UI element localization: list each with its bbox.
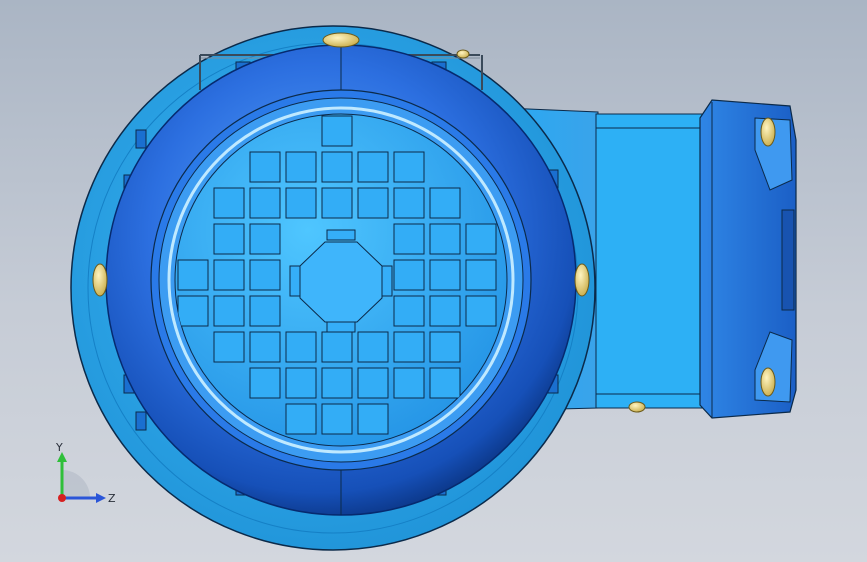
vent-slot [465,259,497,291]
vent-slot [357,367,389,399]
vent-slot [429,259,461,291]
vent-slot [285,367,317,399]
vent-slot [249,367,281,399]
vent-slot [213,331,245,363]
vent-slot [357,403,389,435]
vent-slot [177,295,209,327]
vent-slot [393,259,425,291]
vent-slot [357,331,389,363]
vent-slot [429,331,461,363]
vent-slot [213,223,245,255]
vent-slot [321,187,353,219]
vent-slot [249,151,281,183]
triad-plane-icon [62,470,90,498]
vent-slot [285,403,317,435]
vent-slot [249,187,281,219]
vent-slot [285,187,317,219]
vent-slot [393,151,425,183]
vent-slot [213,259,245,291]
bolt-gearbox-bottom [760,367,776,397]
bolt-small-a [456,49,470,59]
vent-slot [213,295,245,327]
vent-slot [393,223,425,255]
vent-slot [285,331,317,363]
vent-slot [429,367,461,399]
vent-slot [465,223,497,255]
vent-slot [393,295,425,327]
vent-slot [321,331,353,363]
vent-slot [321,151,353,183]
axis-triad: Y Z [52,440,122,510]
vent-slot [213,187,245,219]
vent-slot [357,151,389,183]
vent-slot [429,295,461,327]
x-axis-icon [58,494,66,502]
vent-slot [177,259,209,291]
bolt-gearbox-top [760,117,776,147]
vent-slot [429,223,461,255]
y-axis-label: Y [55,441,63,454]
vent-slot [393,331,425,363]
bolt-top [322,32,360,48]
z-arrow-icon [96,493,106,503]
vent-slot [429,187,461,219]
bolt-small-b [628,401,646,413]
vent-slot [249,259,281,291]
vent-slot [249,331,281,363]
vent-slot [321,367,353,399]
vent-slot [285,151,317,183]
vent-slot [393,367,425,399]
vent-slot [249,223,281,255]
bolt-left [92,263,108,297]
vent-slot [249,295,281,327]
graphics-viewport[interactable]: Y Z [0,0,867,562]
vent-slot [321,403,353,435]
model-view[interactable] [0,0,867,562]
vent-slot [393,187,425,219]
vent-slot [357,187,389,219]
bolt-right [574,263,590,297]
z-axis-label: Z [108,492,116,505]
vent-slot [321,115,353,147]
vent-slot [465,295,497,327]
